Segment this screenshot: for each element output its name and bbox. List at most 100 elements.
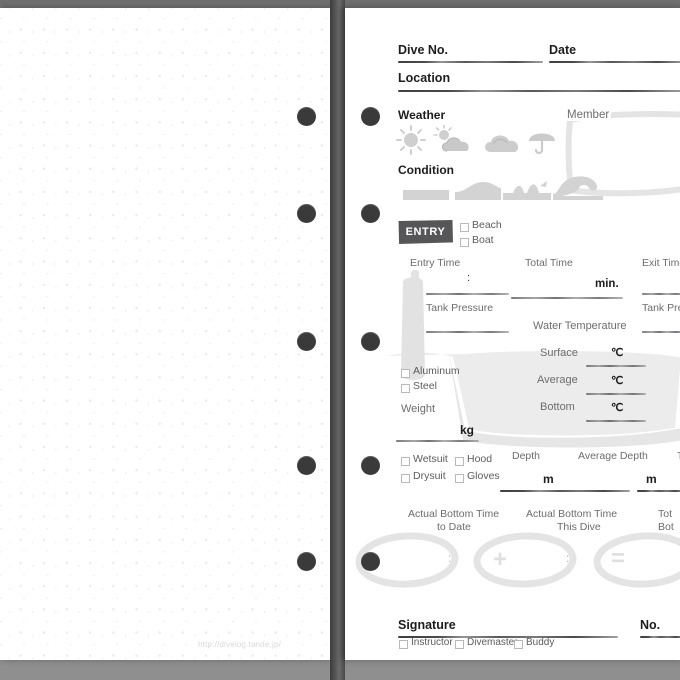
checkbox-buddy-label: Buddy: [526, 637, 555, 648]
equals-operator: =: [611, 545, 626, 572]
date-label: Date: [549, 43, 577, 57]
binder-hole-right-3: [361, 332, 380, 351]
weight-label: Weight: [401, 403, 436, 415]
dive-no-input-line[interactable]: [398, 61, 543, 63]
entry-time-label: Entry Time: [410, 257, 461, 269]
checkbox-drysuit-label: Drysuit: [413, 470, 446, 482]
binder-hole-right-4: [361, 456, 380, 475]
sun-icon[interactable]: [395, 125, 428, 155]
checkbox-boat-label: Boat: [472, 234, 494, 246]
average-depth-line[interactable]: [637, 490, 680, 492]
checkbox-wetsuit-label: Wetsuit: [413, 453, 448, 465]
binder-hole-left-5: [297, 552, 316, 571]
binder-hole-right-5: [361, 552, 380, 571]
date-input-line[interactable]: [549, 61, 680, 63]
dive-no-label: Dive No.: [398, 43, 449, 57]
surface-temp-label: Surface: [540, 347, 578, 359]
abt-to-date-line1: Actual Bottom Time: [408, 508, 500, 520]
abt-to-date-line2: to Date: [437, 521, 471, 533]
left-notebook-page[interactable]: http://divelog.tande.jp/: [0, 8, 330, 660]
umbrella-icon[interactable]: [527, 125, 560, 155]
weather-label: Weather: [398, 108, 446, 122]
signature-no-label: No.: [640, 618, 661, 632]
sun-cloud-icon[interactable]: [433, 125, 475, 155]
average-temp-line[interactable]: [586, 393, 646, 395]
entry-badge[interactable]: ENTRY: [398, 220, 453, 244]
checkbox-divemaster[interactable]: [455, 640, 464, 649]
surface-temp-unit: ℃: [611, 347, 624, 359]
member-label: Member: [565, 109, 612, 121]
plus-operator: +: [493, 546, 508, 573]
checkbox-beach-label: Beach: [472, 219, 502, 231]
average-depth-label: Average Depth: [578, 450, 648, 462]
checkbox-aluminum[interactable]: [401, 369, 410, 378]
checkbox-instructor[interactable]: [399, 640, 408, 649]
dive-log-screenshot: http://divelog.tande.jp/ Dive No. Date L…: [0, 0, 680, 680]
checkbox-hood-label: Hood: [467, 453, 493, 465]
total-time-line[interactable]: [511, 297, 623, 299]
water-temperature-label: Water Temperature: [533, 320, 627, 332]
checkbox-wetsuit[interactable]: [401, 457, 410, 466]
average-temp-unit: ℃: [611, 375, 624, 387]
location-label: Location: [398, 71, 451, 85]
weight-line[interactable]: [396, 440, 479, 442]
location-input-line[interactable]: [398, 90, 680, 92]
depth-label: Depth: [512, 450, 541, 462]
choppy-wave-icon[interactable]: [503, 176, 551, 200]
bottom-temp-unit: ℃: [611, 402, 624, 414]
abt-this-dive-value[interactable]: :: [566, 551, 569, 565]
surface-temp-line[interactable]: [586, 365, 646, 367]
binder-spine: [330, 0, 345, 680]
average-temp-label: Average: [537, 374, 578, 386]
signature-no-line[interactable]: [640, 636, 680, 638]
checkbox-boat[interactable]: [460, 238, 469, 247]
binder-hole-left-4: [297, 456, 316, 475]
checkbox-gloves[interactable]: [455, 474, 464, 483]
checkbox-beach[interactable]: [460, 223, 469, 232]
abt-this-dive-line1: Actual Bottom Time: [526, 508, 618, 520]
big-wave-icon[interactable]: [553, 172, 603, 200]
binder-hole-right-2: [361, 204, 380, 223]
checkbox-divemaster-label: Divemaster: [467, 637, 518, 648]
condition-label: Condition: [398, 163, 454, 177]
tank-pressure-line[interactable]: [426, 331, 509, 333]
weight-unit: kg: [460, 423, 475, 437]
total-time-label: Total Time: [525, 257, 573, 269]
checkbox-hood[interactable]: [455, 457, 464, 466]
bottom-temp-label: Bottom: [540, 401, 575, 413]
average-depth-unit: m: [646, 472, 657, 486]
binder-hole-left-1: [297, 107, 316, 126]
abt-total-line2: Bot: [658, 521, 674, 533]
checkbox-buddy[interactable]: [514, 640, 523, 649]
bottom-temp-line[interactable]: [586, 420, 646, 422]
binder-hole-right-1: [361, 107, 380, 126]
checkbox-instructor-label: Instructor: [411, 637, 453, 648]
dot-grid-dots: [0, 8, 330, 660]
checkbox-steel-label: Steel: [413, 380, 437, 392]
bottom-time-ovals: [355, 532, 680, 588]
tank-pressure-label-right: Tank Pressure: [642, 302, 680, 314]
signature-label: Signature: [398, 618, 456, 632]
dive-log-form: Dive No. Date Location Weather Condition…: [345, 8, 680, 660]
small-wave-icon[interactable]: [455, 180, 501, 200]
abt-total-line1: Tot: [658, 508, 673, 520]
entry-time-line[interactable]: [426, 293, 509, 295]
depth-unit: m: [543, 472, 554, 486]
checkbox-gloves-label: Gloves: [467, 470, 500, 482]
tank-pressure-line-right[interactable]: [642, 331, 680, 333]
abt-to-date-value[interactable]: :: [448, 551, 451, 565]
entry-time-value[interactable]: :: [467, 272, 470, 284]
depth-line[interactable]: [500, 490, 630, 492]
tank-pressure-label: Tank Pressure: [426, 302, 494, 314]
binder-hole-left-2: [297, 204, 316, 223]
exit-time-label: Exit Time: [642, 257, 680, 269]
exit-time-line[interactable]: [642, 293, 680, 295]
abt-this-dive-line2: This Dive: [557, 521, 601, 533]
cloud-icon[interactable]: [480, 128, 522, 155]
checkbox-steel[interactable]: [401, 384, 410, 393]
checkbox-drysuit[interactable]: [401, 474, 410, 483]
binder-hole-left-3: [297, 332, 316, 351]
flat-sea-icon[interactable]: [403, 184, 449, 200]
checkbox-aluminum-label: Aluminum: [413, 365, 460, 377]
total-time-unit: min.: [595, 278, 619, 290]
